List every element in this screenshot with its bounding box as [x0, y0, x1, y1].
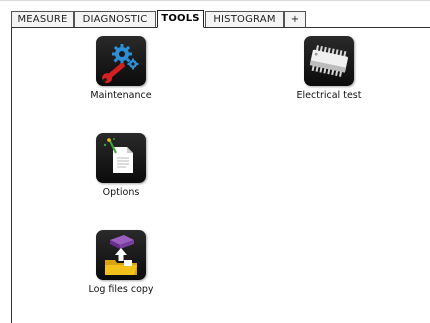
tool-electrical-test-label: Electrical test [296, 90, 362, 101]
tab-bar-baseline [11, 27, 430, 28]
document-options-icon [96, 133, 146, 183]
tab-histogram[interactable]: HISTOGRAM [205, 11, 284, 28]
folder-copy-icon [96, 230, 146, 280]
tool-log-files-copy[interactable]: Log files copy [66, 230, 176, 296]
tool-maintenance[interactable]: Maintenance [66, 36, 176, 102]
tool-log-files-copy-label: Log files copy [88, 284, 154, 295]
tab-tools[interactable]: TOOLS [157, 10, 204, 28]
tab-diagnostic[interactable]: DIAGNOSTIC [74, 11, 156, 28]
tab-measure[interactable]: MEASURE [11, 11, 74, 28]
window-top-border [0, 0, 430, 1]
maintenance-gears-wrench-icon [96, 36, 146, 86]
panel-left-border [11, 11, 12, 323]
tool-options[interactable]: Options [66, 133, 176, 199]
tool-options-label: Options [102, 187, 140, 198]
tool-electrical-test[interactable]: Electrical test [274, 36, 384, 102]
tool-maintenance-label: Maintenance [90, 90, 152, 101]
add-tab-button[interactable]: + [284, 11, 306, 28]
tab-bar: MEASURE DIAGNOSTIC TOOLS HISTOGRAM + [11, 10, 430, 28]
chip-icon [304, 36, 354, 86]
